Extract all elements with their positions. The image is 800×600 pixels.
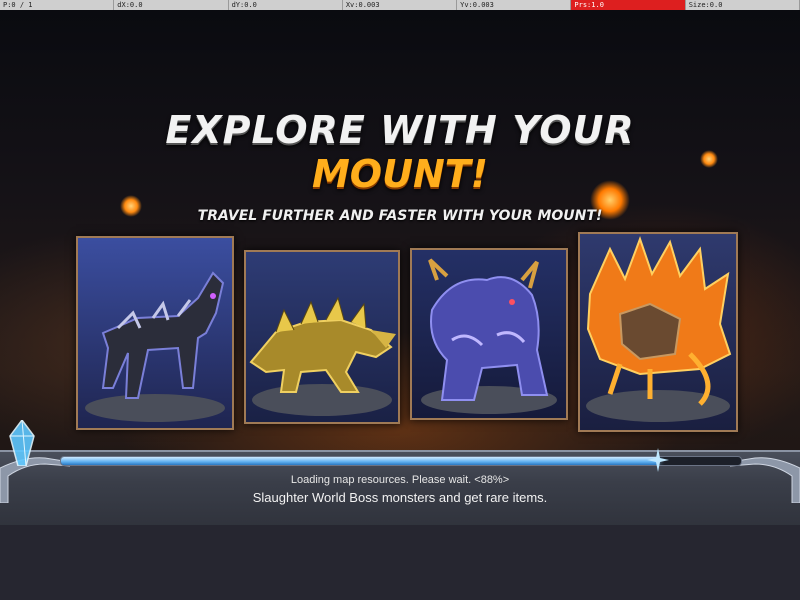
pressure: Prs:1.0 (571, 0, 686, 10)
touch-size: Size:0.0 (686, 0, 800, 10)
mount-card-armored-horse (76, 236, 234, 430)
delta-x: dX:0.0 (114, 0, 229, 10)
progress-spark-icon (647, 448, 670, 472)
loading-progress-fill (61, 457, 660, 465)
blue-beast-illustration (412, 250, 566, 418)
golden-dragon-illustration (246, 252, 398, 422)
headline-accent: MOUNT! (311, 152, 489, 196)
mount-card-golden-dragon (244, 250, 400, 424)
screen-bottom-bar (0, 525, 800, 600)
pointer-count: P:0 / 1 (0, 0, 115, 10)
velocity-y: Yv:0.003 (457, 0, 572, 10)
fire-lion-illustration (580, 234, 736, 430)
crystal-icon (9, 420, 35, 466)
headline-title: EXPLORE WITH YOUR (165, 108, 635, 152)
headline-subtitle: TRAVEL FURTHER AND FASTER WITH YOUR MOUN… (197, 208, 603, 224)
mount-card-blue-beast (410, 248, 568, 420)
debug-status-bar: P:0 / 1 dX:0.0 dY:0.0 Xv:0.003 Yv:0.003 … (0, 0, 800, 10)
armored-horse-illustration (78, 238, 232, 428)
loading-status-text: Loading map resources. Please wait. <88%… (290, 474, 510, 486)
mount-card-fire-lion (578, 232, 738, 432)
delta-y: dY:0.0 (229, 0, 343, 10)
loading-progress-bar (60, 456, 742, 466)
loading-tip-text: Slaughter World Boss monsters and get ra… (252, 490, 548, 505)
velocity-x: Xv:0.003 (343, 0, 458, 10)
